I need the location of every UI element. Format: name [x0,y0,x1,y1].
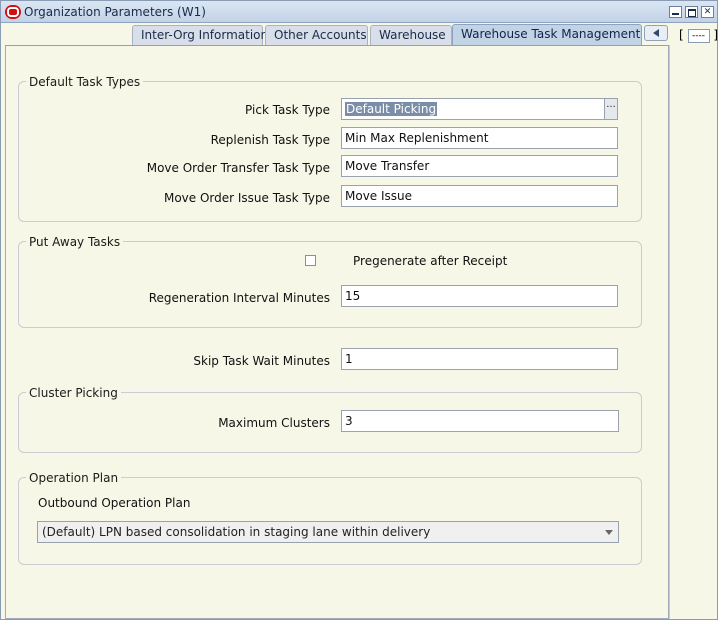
tab-list-value[interactable]: ---- [687,28,710,43]
maximum-clusters-label: Maximum Clusters [218,416,330,430]
pick-task-type-lov-button[interactable]: ··· [604,98,618,120]
warehouse-task-management-panel: Default Task Types Pick Task Type Defaul… [5,45,669,619]
pregenerate-after-receipt-label: Pregenerate after Receipt [353,254,508,268]
tab-list-selector[interactable]: [ ---- ] [679,28,718,43]
tab-scroll-left-icon[interactable] [644,25,668,41]
tab-other-accounts[interactable]: Other Accounts [265,25,368,45]
outbound-operation-plan-label: Outbound Operation Plan [38,496,191,510]
replenish-task-type-label: Replenish Task Type [210,133,330,147]
pick-task-type-value: Default Picking [345,102,438,116]
tab-inter-org-information[interactable]: Inter-Org Information [132,25,268,45]
maximize-icon[interactable] [685,6,698,18]
outbound-operation-plan-select[interactable]: (Default) LPN based consolidation in sta… [37,521,619,543]
move-order-issue-task-type-field[interactable]: Move Issue [341,185,618,207]
move-order-transfer-task-type-field[interactable]: Move Transfer [341,155,618,177]
move-order-issue-task-type-label: Move Order Issue Task Type [163,191,330,205]
pick-task-type-field[interactable]: Default Picking [341,98,605,120]
window-title: Organization Parameters (W1) [24,5,206,19]
skip-task-wait-minutes-field[interactable]: 1 [341,348,618,370]
move-order-transfer-task-type-label: Move Order Transfer Task Type [146,161,330,175]
tab-warehouse[interactable]: Warehouse [370,25,452,45]
right-side-strip [669,45,717,619]
regeneration-interval-minutes-field[interactable]: 15 [341,285,618,307]
operation-plan-title: Operation Plan [26,471,122,485]
regeneration-interval-minutes-label: Regeneration Interval Minutes [148,291,330,305]
chevron-down-icon[interactable] [605,530,613,535]
tab-list-close-bracket: ] [713,28,718,42]
pick-task-type-label: Pick Task Type [245,103,330,117]
organization-parameters-window: Organization Parameters (W1) ✕ Inter-Org… [0,0,718,620]
tab-list-open-bracket: [ [679,28,684,42]
cluster-picking-title: Cluster Picking [26,386,121,400]
oracle-app-icon [5,5,21,19]
close-icon[interactable]: ✕ [701,6,714,18]
put-away-tasks-title: Put Away Tasks [26,235,124,249]
replenish-task-type-field[interactable]: Min Max Replenishment [341,127,618,149]
default-task-types-title: Default Task Types [26,75,144,89]
minimize-icon[interactable] [669,6,682,18]
tab-warehouse-task-management[interactable]: Warehouse Task Management [452,24,642,46]
outbound-operation-plan-value: (Default) LPN based consolidation in sta… [42,525,431,539]
pregenerate-after-receipt-checkbox[interactable] [305,255,316,266]
skip-task-wait-minutes-label: Skip Task Wait Minutes [193,354,330,368]
maximum-clusters-field[interactable]: 3 [341,410,619,432]
title-bar: Organization Parameters (W1) ✕ [1,1,717,23]
tab-bar: Inter-Org Information Other Accounts War… [1,23,718,46]
